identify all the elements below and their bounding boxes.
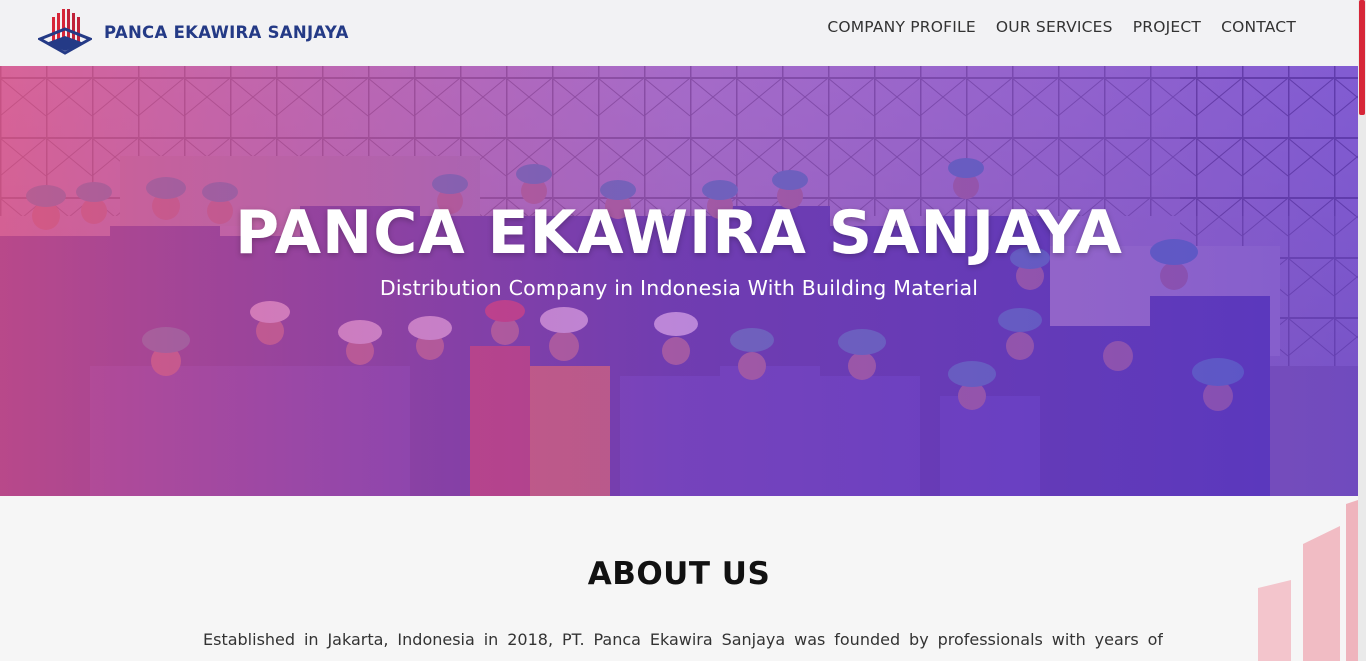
scrollbar-thumb[interactable] [1359,0,1365,115]
about-paragraph: Established in Jakarta, Indonesia in 201… [203,630,1163,649]
about-title: ABOUT US [587,556,771,592]
brand-name: PANCA EKAWIRA SANJAYA [104,22,349,42]
main-nav: COMPANY PROFILE OUR SERVICES PROJECT CON… [827,18,1296,36]
brand-logo-link[interactable]: PANCA EKAWIRA SANJAYA [38,6,349,58]
page-scrollbar[interactable] [1358,0,1366,661]
building-bars-logo-icon [38,9,92,55]
nav-our-services[interactable]: OUR SERVICES [996,18,1113,36]
site-header: PANCA EKAWIRA SANJAYA COMPANY PROFILE OU… [0,0,1358,66]
nav-company-profile[interactable]: COMPANY PROFILE [827,18,976,36]
about-section: ABOUT US Established in Jakarta, Indones… [0,496,1358,661]
hero-section: PANCA EKAWIRA SANJAYA Distribution Compa… [0,66,1358,496]
hero-title: PANCA EKAWIRA SANJAYA [235,198,1123,268]
nav-project[interactable]: PROJECT [1133,18,1201,36]
hero-text-block: PANCA EKAWIRA SANJAYA Distribution Compa… [0,194,1358,302]
hero-subtitle: Distribution Company in Indonesia With B… [379,276,979,300]
nav-contact[interactable]: CONTACT [1221,18,1296,36]
